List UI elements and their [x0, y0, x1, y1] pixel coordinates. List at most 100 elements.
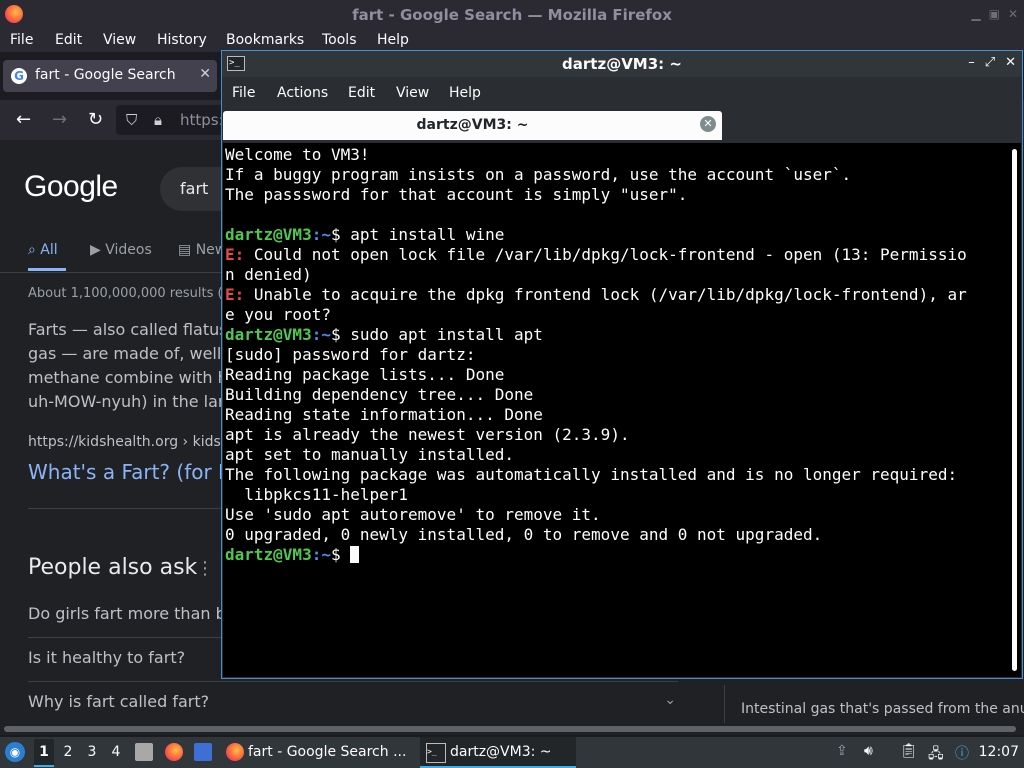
- maximize-icon[interactable]: ▣: [989, 7, 1000, 21]
- terminal-command: $ apt install wine: [330, 225, 505, 244]
- firefox-window-title: fart - Google Search — Mozilla Firefox: [352, 6, 672, 24]
- more-options-icon[interactable]: ⋮: [196, 558, 214, 579]
- maximize-icon[interactable]: ⤢: [985, 55, 995, 70]
- taskbar-task-firefox[interactable]: fart - Google Search ...: [220, 737, 416, 768]
- taskbar-task-label: dartz@VM3: ~: [450, 744, 552, 760]
- tab-news[interactable]: ▤ New: [178, 242, 226, 258]
- upload-icon[interactable]: ⇪: [836, 743, 848, 759]
- shield-icon[interactable]: ⛉: [126, 111, 137, 129]
- application-menu-icon[interactable]: ◉: [5, 742, 25, 762]
- people-also-ask-heading: People also ask: [28, 555, 198, 580]
- scrollbar-thumb[interactable]: [4, 726, 1016, 732]
- menu-history[interactable]: History: [157, 32, 207, 48]
- prompt-path: :~: [311, 545, 331, 564]
- workspace-2[interactable]: 2: [58, 744, 78, 760]
- prompt-user: dartz@VM3: [225, 545, 312, 564]
- tab-all[interactable]: ⌕ All: [28, 242, 58, 258]
- terminal-line: n denied): [225, 265, 312, 284]
- prompt-path: :~: [311, 225, 331, 244]
- terminal-line: The passsword for that account is simply…: [225, 185, 688, 204]
- network-icon[interactable]: 🖧: [928, 743, 944, 767]
- terminal-titlebar[interactable]: >_ dartz@VM3: ~ – ⤢ ✕: [222, 51, 1022, 77]
- terminal-window-title: dartz@VM3: ~: [562, 55, 682, 73]
- result-title-link[interactable]: What's a Fart? (for Kid: [28, 460, 249, 484]
- terminal-window: >_ dartz@VM3: ~ – ⤢ ✕ File Actions Edit …: [221, 50, 1023, 679]
- news-icon: ▤: [178, 242, 192, 258]
- menu-help[interactable]: Help: [377, 32, 409, 48]
- chevron-down-icon[interactable]: ⌄: [664, 692, 676, 708]
- close-icon[interactable]: ✕: [1008, 7, 1018, 21]
- firefox-icon: [226, 743, 244, 761]
- reload-icon[interactable]: ↻: [88, 109, 103, 130]
- terminal-line: Reading state information... Done: [225, 405, 543, 424]
- snippet-line: methane combine with hydr: [28, 368, 254, 387]
- terminal-line: Building dependency tree... Done: [225, 385, 534, 404]
- minimize-icon[interactable]: –: [968, 55, 975, 70]
- google-logo[interactable]: Google: [24, 170, 118, 204]
- menu-bookmarks[interactable]: Bookmarks: [226, 32, 304, 48]
- clock[interactable]: 12:07: [979, 744, 1019, 760]
- menu-view[interactable]: View: [103, 32, 136, 48]
- show-desktop-icon[interactable]: [194, 743, 212, 761]
- text-cursor: [350, 546, 360, 563]
- paa-question[interactable]: Why is fart called fart? ⌄: [28, 692, 678, 711]
- terminal-icon: >_: [426, 743, 446, 763]
- terminal-command: $ sudo apt install apt: [330, 325, 543, 344]
- terminal-scrollbar[interactable]: [1012, 149, 1017, 671]
- forward-arrow-icon[interactable]: →: [52, 109, 67, 130]
- minimize-icon[interactable]: ▁: [971, 7, 980, 21]
- terminal-line: Reading package lists... Done: [225, 365, 505, 384]
- horizontal-scrollbar[interactable]: [0, 723, 1024, 735]
- firefox-titlebar: fart - Google Search — Mozilla Firefox ▁…: [0, 0, 1024, 30]
- terminal-line: Use 'sudo apt autoremove' to remove it.: [225, 505, 601, 524]
- active-tab-indicator: [28, 268, 66, 271]
- url-text[interactable]: https:: [180, 111, 224, 129]
- terminal-menu-help[interactable]: Help: [449, 85, 481, 101]
- firefox-menubar: File Edit View History Bookmarks Tools H…: [0, 30, 1024, 52]
- taskbar-task-terminal[interactable]: >_ dartz@VM3: ~: [420, 737, 576, 768]
- file-manager-icon[interactable]: [135, 743, 153, 761]
- paa-question-text: Why is fart called fart?: [28, 692, 210, 711]
- terminal-menu-actions[interactable]: Actions: [277, 85, 328, 101]
- paa-divider: [28, 681, 678, 682]
- tab-videos[interactable]: ▶ Videos: [90, 242, 152, 258]
- back-arrow-icon[interactable]: ←: [16, 109, 31, 130]
- result-stats: About 1,100,000,000 results (0: [28, 286, 231, 301]
- terminal-menu-view[interactable]: View: [396, 85, 429, 101]
- terminal-line: apt set to manually installed.: [225, 445, 514, 464]
- paa-question-text: Is it healthy to fart?: [28, 648, 186, 667]
- clipboard-icon[interactable]: 📋︎: [900, 743, 918, 759]
- tab-close-icon[interactable]: ✕: [700, 116, 716, 132]
- terminal-menu-file[interactable]: File: [232, 85, 255, 101]
- terminal-tab-label: dartz@VM3: ~: [416, 117, 529, 133]
- terminal-line: [sudo] password for dartz:: [225, 345, 476, 364]
- terminal-line: Unable to acquire the dpkg frontend lock…: [244, 285, 967, 304]
- terminal-tabbar: dartz@VM3: ~ ✕: [222, 108, 1022, 141]
- workspace-3[interactable]: 3: [82, 744, 102, 760]
- terminal-line: If a buggy program insists on a password…: [225, 165, 852, 184]
- close-icon[interactable]: ✕: [1005, 55, 1016, 70]
- volume-icon[interactable]: 🔊︎: [864, 743, 873, 759]
- terminal-command: $: [330, 545, 351, 564]
- menu-file[interactable]: File: [10, 32, 33, 48]
- featured-snippet: Farts — also called flatus ( gas — are m…: [28, 318, 254, 414]
- workspace-1[interactable]: 1: [34, 739, 54, 767]
- terminal-tab[interactable]: dartz@VM3: ~ ✕: [223, 111, 722, 140]
- snippet-line: Farts — also called flatus (: [28, 320, 239, 339]
- terminal-menu-edit[interactable]: Edit: [348, 85, 375, 101]
- browser-tab[interactable]: G fart - Google Search ✕: [3, 60, 217, 92]
- firefox-launcher-icon[interactable]: [165, 743, 183, 761]
- workspace-4[interactable]: 4: [106, 744, 126, 760]
- notification-icon[interactable]: ⓘ: [955, 743, 969, 763]
- menu-tools[interactable]: Tools: [322, 32, 357, 48]
- tab-close-icon[interactable]: ✕: [199, 66, 211, 82]
- terminal-window-controls: – ⤢ ✕: [968, 55, 1016, 70]
- tabs-divider: [0, 272, 230, 273]
- terminal-line: e you root?: [225, 305, 331, 324]
- lock-icon[interactable]: 🔒︎: [154, 111, 162, 129]
- terminal-output[interactable]: Welcome to VM3! If a buggy program insis…: [223, 143, 1021, 677]
- search-query[interactable]: fart: [180, 179, 208, 198]
- taskbar-task-label: fart - Google Search ...: [248, 744, 407, 760]
- snippet-line: gas — are made of, well, ga: [28, 344, 252, 363]
- menu-edit[interactable]: Edit: [55, 32, 82, 48]
